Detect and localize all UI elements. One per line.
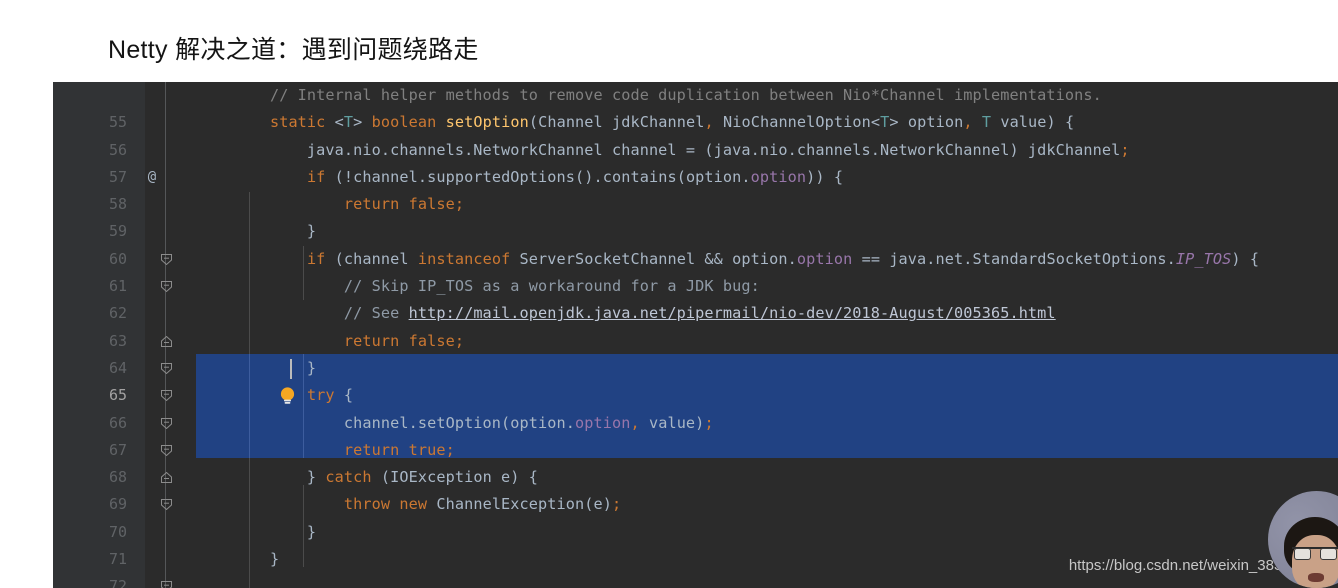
code-line-row[interactable]: 66 try {: [53, 382, 1338, 511]
code-line-row[interactable]: 59 return false;: [53, 191, 1338, 240]
code-line-row[interactable]: 55 // Internal helper methods to remove …: [53, 82, 1338, 131]
avatar-eye-left: [1294, 548, 1311, 560]
code-line-row[interactable]: 62 // Skip IP_TOS as a workaround for a …: [53, 273, 1338, 402]
code-token-constant: IP_TOS: [1175, 249, 1232, 268]
code-token-keyword: static: [269, 113, 326, 132]
line-number: 72: [108, 577, 127, 588]
code-line-row[interactable]: 58 if (!channel.supportedOptions().conta…: [53, 164, 1338, 293]
code-line-row[interactable]: 69 } catch (IOException e) {: [53, 464, 1338, 588]
code-line-row[interactable]: 71 }: [53, 519, 1338, 568]
code-token-comment: // Internal helper methods to remove cod…: [196, 86, 1102, 104]
avatar-eye-right: [1320, 548, 1337, 560]
code-editor-panel[interactable]: 55 // Internal helper methods to remove …: [53, 82, 1338, 588]
text-caret: [290, 358, 292, 379]
code-token-method: setOption: [445, 113, 529, 132]
page-title: Netty 解决之道：遇到问题绕路走: [108, 36, 479, 64]
code-line-row[interactable]: 68 return true;: [53, 437, 1338, 486]
code-line-row[interactable]: 63 // See http://mail.openjdk.java.net/p…: [53, 300, 1338, 429]
code-lines[interactable]: 55 // Internal helper methods to remove …: [53, 82, 1338, 588]
avatar-mouth: [1308, 573, 1324, 582]
fold-expand-icon[interactable]: [158, 573, 174, 588]
code-line-row[interactable]: 60 }: [53, 218, 1338, 347]
code-line-row[interactable]: 57 java.nio.channels.NetworkChannel chan…: [53, 137, 1338, 186]
comment-url-link[interactable]: http://mail.openjdk.java.net/pipermail/n…: [409, 304, 1056, 322]
code-line-row[interactable]: 56 @ static <T> boolean setOption(Channe…: [53, 109, 1338, 265]
code-line-row[interactable]: 70 throw new ChannelException(e);: [53, 491, 1338, 540]
code-line-row[interactable]: 65 }: [53, 355, 1338, 484]
code-line-row[interactable]: 61 if (channel instanceof ServerSocketCh…: [53, 246, 1338, 374]
code-line-row[interactable]: 64 return false;: [53, 328, 1338, 456]
code-line-row[interactable]: 67 channel.setOption(option.option, valu…: [53, 410, 1338, 459]
